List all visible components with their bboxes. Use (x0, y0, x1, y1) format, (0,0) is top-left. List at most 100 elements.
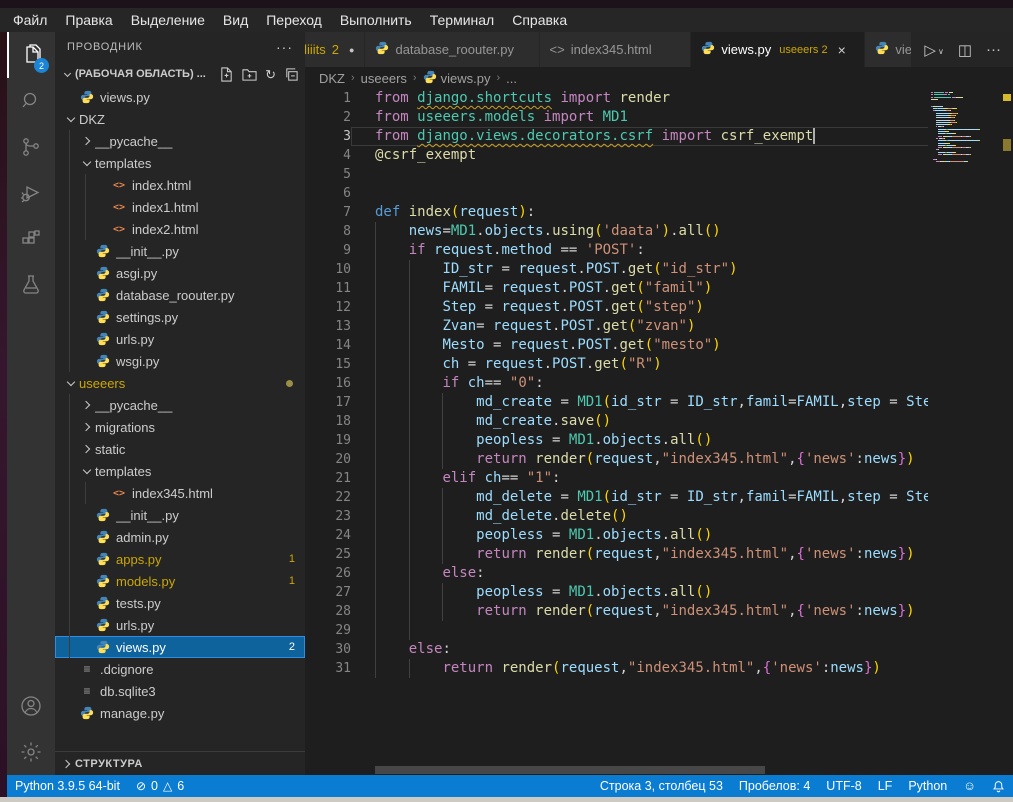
run-python-file-button[interactable]: ▷∨ (924, 41, 943, 59)
code-line[interactable]: 13 Zvan= request.POST.get("zvan") (305, 317, 1000, 336)
horizontal-scrollbar[interactable] (375, 766, 765, 774)
breadcrumb-item-...[interactable]: ... (506, 71, 517, 86)
activity-extensions-icon[interactable] (7, 216, 55, 262)
menu-item-Правка[interactable]: Правка (56, 10, 121, 30)
code-line[interactable]: 27 peopless = MD1.objects.all() (305, 583, 1000, 602)
code-line[interactable]: 10 ID_str = request.POST.get("id_str") (305, 260, 1000, 279)
activity-settings-icon[interactable] (7, 729, 55, 775)
code-line[interactable]: 16 if ch== "0": (305, 374, 1000, 393)
tree-item-templates[interactable]: templates (55, 460, 305, 482)
tree-item-index1.html[interactable]: <>index1.html (55, 196, 305, 218)
tree-item-.dcignore[interactable]: ≡.dcignore (55, 658, 305, 680)
workspace-header[interactable]: (РАБОЧАЯ ОБЛАСТЬ) ... ↻ (55, 62, 305, 86)
minimap[interactable] (928, 89, 1000, 775)
python-interpreter[interactable]: Python 3.9.5 64-bit (7, 779, 128, 793)
tree-item-__pycache__[interactable]: __pycache__ (55, 130, 305, 152)
tree-item-asgi.py[interactable]: asgi.py (55, 262, 305, 284)
tree-item-models.py[interactable]: models.py1 (55, 570, 305, 592)
code-line[interactable]: 19 peopless = MD1.objects.all() (305, 431, 1000, 450)
breadcrumb-item-DKZ[interactable]: DKZ (319, 71, 345, 86)
breadcrumb-item-useeers[interactable]: useeers (361, 71, 407, 86)
close-icon[interactable]: × (838, 42, 846, 58)
collapse-folders-icon[interactable] (284, 67, 299, 82)
code-line[interactable]: 4@csrf_exempt (305, 146, 1000, 165)
tree-item-admin.py[interactable]: admin.py (55, 526, 305, 548)
notifications-bell-icon[interactable] (984, 780, 1013, 793)
tree-item-__init__.py[interactable]: __init__.py (55, 240, 305, 262)
menu-item-Вид[interactable]: Вид (214, 10, 257, 30)
outline-section-header[interactable]: СТРУКТУРА (55, 751, 305, 775)
tree-item-index.html[interactable]: <>index.html (55, 174, 305, 196)
eol-setting[interactable]: LF (870, 779, 901, 793)
tree-item-wsgi.py[interactable]: wsgi.py (55, 350, 305, 372)
tree-item-useeers[interactable]: useeers (55, 372, 305, 394)
tab-index345.html[interactable]: <>index345.html (540, 32, 692, 67)
new-file-icon[interactable] (219, 67, 234, 82)
code-line[interactable]: 30 else: (305, 640, 1000, 659)
tree-item-urls.py[interactable]: urls.py (55, 614, 305, 636)
code-editor[interactable]: 1from django.shortcuts import render2fro… (305, 89, 1013, 775)
tree-item-database_roouter.py[interactable]: database_roouter.py (55, 284, 305, 306)
menu-item-Выполнить[interactable]: Выполнить (331, 10, 421, 30)
code-line[interactable]: 6 (305, 184, 1000, 203)
code-line[interactable]: 18 md_create.save() (305, 412, 1000, 431)
tab-diiits[interactable]: diiits2● (305, 32, 365, 67)
language-mode[interactable]: Python (900, 779, 955, 793)
breadcrumb-item-views.py[interactable]: views.py (423, 70, 491, 87)
tree-item-manage.py[interactable]: manage.py (55, 702, 305, 724)
code-line[interactable]: 20 return render(request,"index345.html"… (305, 450, 1000, 469)
code-line[interactable]: 26 else: (305, 564, 1000, 583)
code-line[interactable]: 22 md_delete = MD1(id_str = ID_str,famil… (305, 488, 1000, 507)
code-line[interactable]: 15 ch = request.POST.get("R") (305, 355, 1000, 374)
code-line[interactable]: 21 elif ch== "1": (305, 469, 1000, 488)
sidebar-more-actions-icon[interactable]: ··· (276, 39, 293, 55)
activity-testing-icon[interactable] (7, 262, 55, 308)
refresh-icon[interactable]: ↻ (265, 68, 276, 81)
code-line[interactable]: 2from useeers.models import MD1 (305, 108, 1000, 127)
menu-item-Переход[interactable]: Переход (257, 10, 331, 30)
code-line[interactable]: 5 (305, 165, 1000, 184)
more-actions-icon[interactable]: ··· (986, 41, 1001, 58)
code-line[interactable]: 24 peopless = MD1.objects.all() (305, 526, 1000, 545)
tab-vie[interactable]: vie (865, 32, 912, 67)
code-line[interactable]: 1from django.shortcuts import render (305, 89, 1000, 108)
tree-item-index345.html[interactable]: <>index345.html (55, 482, 305, 504)
tree-item-__init__.py[interactable]: __init__.py (55, 504, 305, 526)
problems-indicator[interactable]: ⊘ 0 △ 6 (128, 779, 192, 793)
tree-item-DKZ[interactable]: DKZ (55, 108, 305, 130)
activity-account-icon[interactable] (7, 683, 55, 729)
tree-item-views.py[interactable]: views.py (55, 86, 305, 108)
tree-item-apps.py[interactable]: apps.py1 (55, 548, 305, 570)
code-line[interactable]: 17 md_create = MD1(id_str = ID_str,famil… (305, 393, 1000, 412)
code-line[interactable]: 31 return render(request,"index345.html"… (305, 659, 1000, 678)
tree-item-migrations[interactable]: migrations (55, 416, 305, 438)
code-line[interactable]: 14 Mesto = request.POST.get("mesto") (305, 336, 1000, 355)
code-line[interactable]: 9 if request.method == 'POST': (305, 241, 1000, 260)
code-line[interactable]: 8 news=MD1.objects.using('daata').all() (305, 222, 1000, 241)
code-line[interactable]: 7def index(request): (305, 203, 1000, 222)
activity-run-debug-icon[interactable] (7, 170, 55, 216)
split-editor-icon[interactable]: ◫ (958, 41, 972, 59)
code-line[interactable]: 28 return render(request,"index345.html"… (305, 602, 1000, 621)
menu-item-Справка[interactable]: Справка (503, 10, 576, 30)
code-line[interactable]: 3from django.views.decorators.csrf impor… (305, 127, 1000, 146)
new-folder-icon[interactable] (242, 67, 257, 82)
tree-item-urls.py[interactable]: urls.py (55, 328, 305, 350)
indentation-setting[interactable]: Пробелов: 4 (731, 779, 818, 793)
menu-item-Файл[interactable]: Файл (4, 10, 56, 30)
menu-item-Выделение[interactable]: Выделение (122, 10, 214, 30)
tree-item-index2.html[interactable]: <>index2.html (55, 218, 305, 240)
tab-database_roouter.py[interactable]: database_roouter.py (365, 32, 539, 67)
code-line[interactable]: 11 FAMIL= request.POST.get("famil") (305, 279, 1000, 298)
menu-item-Терминал[interactable]: Терминал (421, 10, 503, 30)
tree-item-views.py[interactable]: views.py2 (55, 636, 305, 658)
tree-item-templates[interactable]: templates (55, 152, 305, 174)
tree-item-static[interactable]: static (55, 438, 305, 460)
activity-explorer-icon[interactable]: 2 (7, 32, 55, 78)
code-line[interactable]: 29 (305, 621, 1000, 640)
tree-item-__pycache__[interactable]: __pycache__ (55, 394, 305, 416)
feedback-icon[interactable]: ☺ (955, 779, 984, 793)
cursor-position[interactable]: Строка 3, столбец 53 (592, 779, 731, 793)
code-line[interactable]: 23 md_delete.delete() (305, 507, 1000, 526)
code-line[interactable]: 25 return render(request,"index345.html"… (305, 545, 1000, 564)
